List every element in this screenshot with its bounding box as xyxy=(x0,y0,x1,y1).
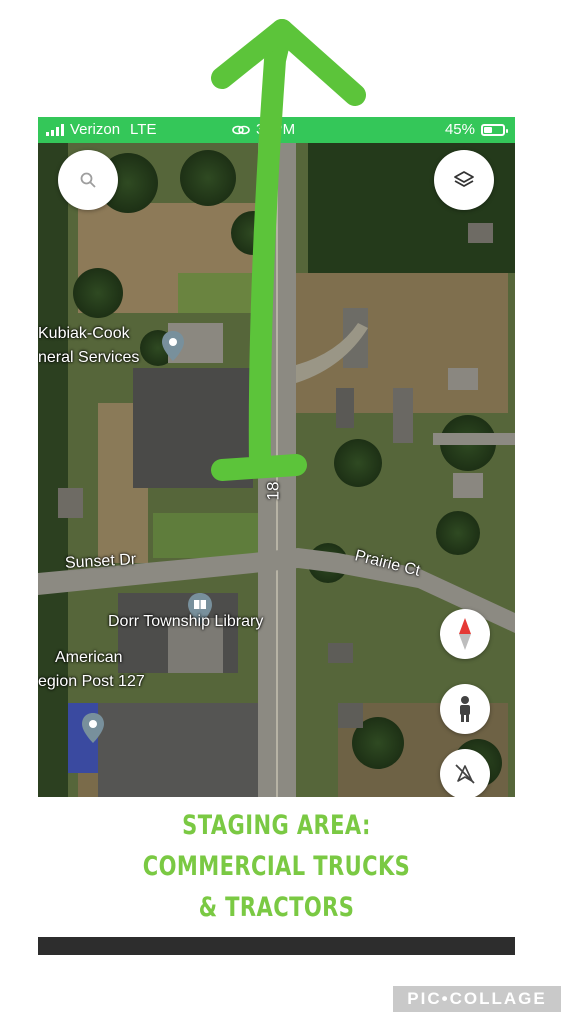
american-legion-label-line1: American xyxy=(55,649,123,666)
carrier-label: Verizon xyxy=(70,121,121,138)
search-icon xyxy=(80,172,96,188)
kubiak-cook-label-line1: Kubiak-Cook xyxy=(38,325,130,342)
compass-icon xyxy=(459,618,471,650)
navigation-button[interactable] xyxy=(440,749,490,797)
battery-percent: 45% xyxy=(444,121,475,138)
navigation-off-icon xyxy=(455,764,475,784)
library-label: Dorr Township Library xyxy=(108,613,264,630)
kubiak-cook-label-line2: neral Services xyxy=(38,349,140,366)
search-button[interactable] xyxy=(58,150,118,210)
place-pin-icon xyxy=(82,713,104,743)
caption-line1: STAGING AREA: xyxy=(182,810,371,841)
caption-line2: COMMERCIAL TRUCKS xyxy=(142,851,411,882)
caption-line3: & TRACTORS xyxy=(198,892,355,923)
layers-icon xyxy=(454,171,474,187)
street-view-button[interactable] xyxy=(440,684,490,734)
clock-label: 3: PM xyxy=(256,121,296,138)
layers-button[interactable] xyxy=(434,150,494,210)
network-label: LTE xyxy=(130,121,157,138)
satellite-map[interactable]: Kubiak-Cook neral Services Sunset Dr Pra… xyxy=(38,143,515,797)
pegman-icon xyxy=(460,696,470,722)
phone-screenshot: Verizon LTE 3: PM 45% Kubiak-Cook neral … xyxy=(38,117,515,955)
caption-box: STAGING AREA: COMMERCIAL TRUCKS & TRACTO… xyxy=(38,797,515,937)
link-icon xyxy=(232,125,250,134)
arrow-head xyxy=(211,19,366,106)
status-bar: Verizon LTE 3: PM 45% xyxy=(38,117,515,143)
american-legion-label-line2: egion Post 127 xyxy=(38,673,145,690)
road-number-label: 18 xyxy=(263,481,283,501)
sunset-dr-label: Sunset Dr xyxy=(64,551,137,572)
battery-icon xyxy=(481,123,508,136)
signal-icon xyxy=(46,123,64,136)
pic-collage-watermark: PIC•COLLAGE xyxy=(393,986,561,1012)
bottom-bar xyxy=(38,937,515,955)
compass-button[interactable] xyxy=(440,609,490,659)
place-pin-icon xyxy=(162,331,184,361)
